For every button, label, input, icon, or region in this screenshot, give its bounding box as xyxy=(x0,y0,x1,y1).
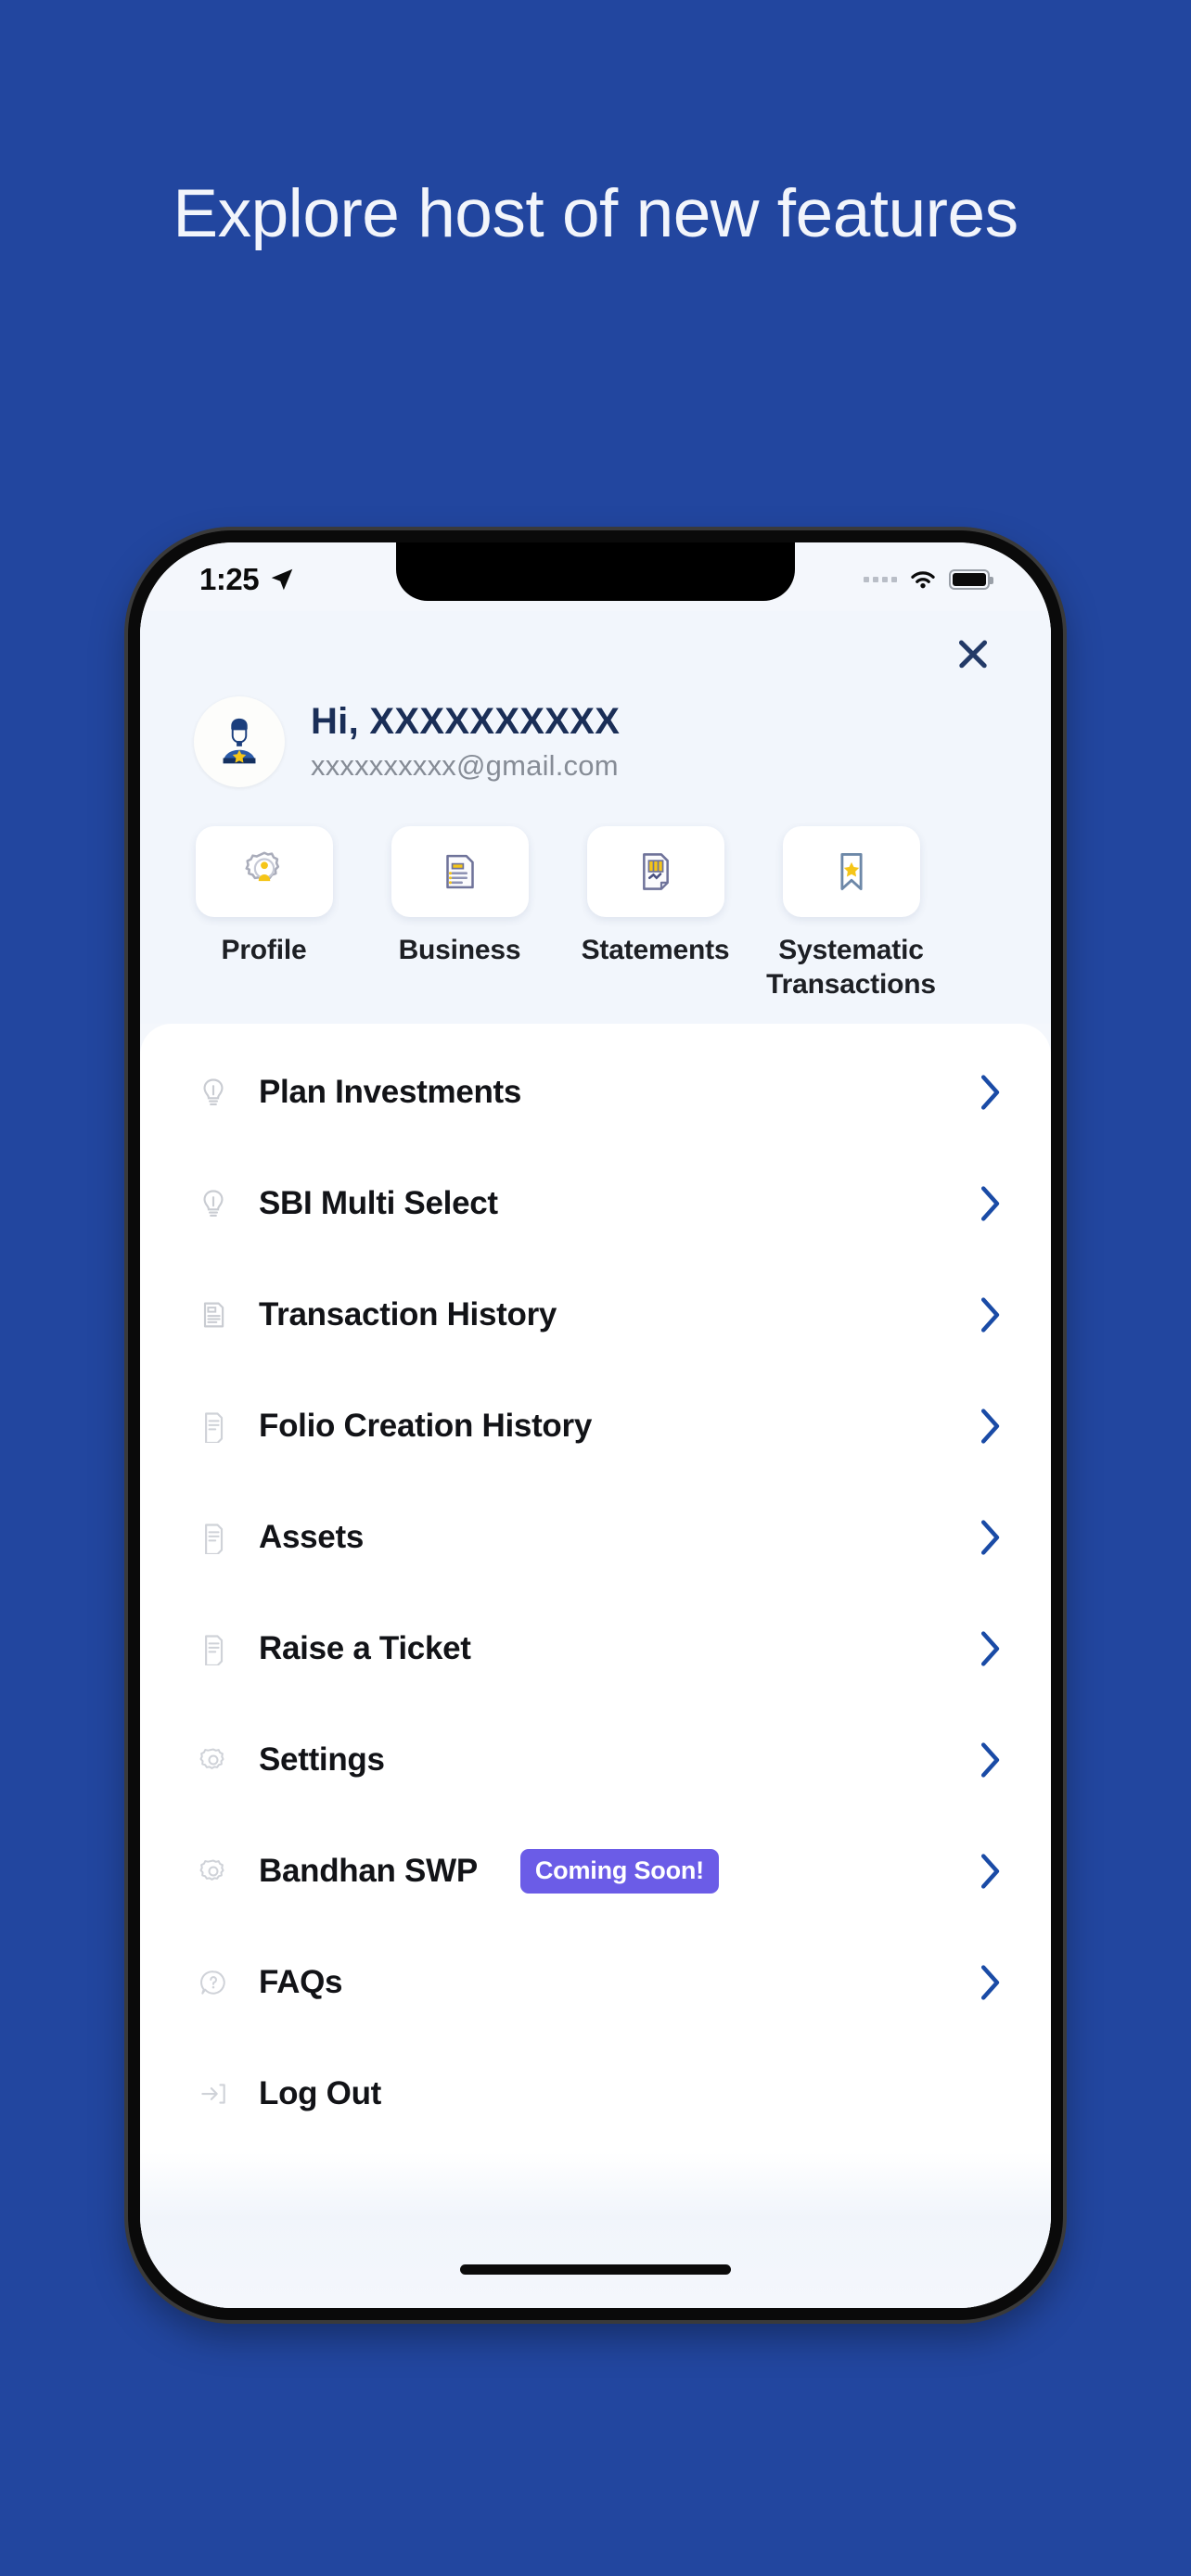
menu-item-bandhan-swp[interactable]: Bandhan SWP Coming Soon! xyxy=(140,1816,1051,1927)
business-document-icon xyxy=(445,854,474,889)
quick-action-tiles: Profile Business Statements Systematic T… xyxy=(140,787,1051,1001)
status-bar-right xyxy=(864,567,993,592)
tile-profile-label: Profile xyxy=(221,935,307,965)
menu-item-settings[interactable]: Settings xyxy=(140,1704,1051,1816)
chevron-right-icon xyxy=(980,1742,1000,1778)
menu-item-label: Assets xyxy=(259,1519,364,1556)
menu-item-label: Log Out xyxy=(259,2075,382,2112)
location-arrow-icon xyxy=(271,568,293,591)
gear-icon xyxy=(192,1850,235,1893)
phone-notch xyxy=(396,542,795,601)
chevron-right-icon xyxy=(980,1965,1000,2000)
tile-profile-box xyxy=(195,826,333,917)
bulb-icon xyxy=(192,1182,235,1225)
chevron-right-icon xyxy=(980,1297,1000,1333)
tile-business-box xyxy=(391,826,529,917)
phone-screen: 1:25 Hi, XXXXXXXXXX xxxxxxxxxx@gmail.com… xyxy=(140,542,1051,2308)
bottom-safe-area xyxy=(140,2152,1051,2308)
greeting-text: Hi, XXXXXXXXXX xyxy=(311,701,621,743)
tile-systematic-transactions-label: Systematic Transactions xyxy=(766,935,936,1000)
status-bar-left: 1:25 xyxy=(199,562,296,597)
tile-business[interactable]: Business xyxy=(378,826,541,1001)
close-row xyxy=(140,611,1051,696)
chevron-right-icon xyxy=(980,1520,1000,1555)
chevron-right-icon xyxy=(980,1631,1000,1666)
wifi-icon xyxy=(911,571,935,589)
bookmark-star-icon xyxy=(839,853,863,890)
email-text: xxxxxxxxxx@gmail.com xyxy=(311,748,619,782)
account-header-panel: Hi, XXXXXXXXXX xxxxxxxxxx@gmail.com Prof… xyxy=(140,611,1051,1025)
chevron-right-icon xyxy=(980,1409,1000,1444)
question-bubble-icon xyxy=(192,1961,235,2004)
gear-icon xyxy=(192,1739,235,1781)
tile-statements-label: Statements xyxy=(581,935,730,965)
document-icon xyxy=(192,1516,235,1559)
menu-item-plan-investments[interactable]: Plan Investments xyxy=(140,1037,1051,1148)
signal-dots-icon xyxy=(864,577,897,582)
tile-profile[interactable]: Profile xyxy=(183,826,345,1001)
menu-item-label: Folio Creation History xyxy=(259,1408,592,1445)
menu-item-assets[interactable]: Assets xyxy=(140,1482,1051,1593)
profile-text: Hi, XXXXXXXXXX xxxxxxxxxx@gmail.com xyxy=(311,701,620,783)
menu-item-label: Plan Investments xyxy=(259,1074,522,1111)
menu-item-label: Settings xyxy=(259,1741,385,1779)
menu-item-log-out[interactable]: Log Out xyxy=(140,2038,1051,2149)
menu-item-label: Bandhan SWP xyxy=(259,1853,478,1890)
chevron-right-icon xyxy=(980,1854,1000,1889)
chevron-right-icon xyxy=(980,1186,1000,1221)
tile-business-label: Business xyxy=(398,935,521,965)
menu-item-label: FAQs xyxy=(259,1964,343,2001)
status-badge: Coming Soon! xyxy=(519,1849,719,1894)
profile-gear-person-icon xyxy=(244,851,279,882)
statements-chart-doc-icon xyxy=(642,853,669,890)
receipt-icon xyxy=(192,1294,235,1336)
status-bar-time: 1:25 xyxy=(199,562,260,596)
menu-item-folio-creation-history[interactable]: Folio Creation History xyxy=(140,1371,1051,1482)
tile-statements[interactable]: Statements xyxy=(574,826,736,1001)
chevron-right-icon xyxy=(980,1075,1000,1110)
document-icon xyxy=(192,1405,235,1447)
logout-icon xyxy=(192,2072,235,2115)
menu-item-raise-a-ticket[interactable]: Raise a Ticket xyxy=(140,1593,1051,1704)
settings-menu-list: Plan Investments SBI Multi Select Transa… xyxy=(140,1024,1051,2152)
battery-full-icon xyxy=(949,569,993,590)
menu-item-transaction-history[interactable]: Transaction History xyxy=(140,1259,1051,1371)
user-avatar-star-icon xyxy=(223,718,256,764)
bulb-icon xyxy=(192,1071,235,1114)
menu-item-label: Raise a Ticket xyxy=(259,1630,471,1667)
promo-headline: Explore host of new features xyxy=(173,176,1018,251)
tile-systematic-transactions-box xyxy=(782,826,920,917)
home-indicator xyxy=(460,2264,731,2275)
menu-item-sbi-multi-select[interactable]: SBI Multi Select xyxy=(140,1148,1051,1259)
tile-statements-box xyxy=(586,826,724,917)
menu-item-faqs[interactable]: FAQs xyxy=(140,1927,1051,2038)
document-icon xyxy=(192,1627,235,1670)
avatar xyxy=(194,696,285,787)
phone-mockup: 1:25 Hi, XXXXXXXXXX xxxxxxxxxx@gmail.com… xyxy=(128,530,1063,2320)
menu-item-label: SBI Multi Select xyxy=(259,1185,498,1222)
profile-summary[interactable]: Hi, XXXXXXXXXX xxxxxxxxxx@gmail.com xyxy=(140,696,1051,787)
menu-item-label: Transaction History xyxy=(259,1296,557,1333)
app-screen: Hi, XXXXXXXXXX xxxxxxxxxx@gmail.com Prof… xyxy=(140,611,1051,2308)
close-icon[interactable] xyxy=(953,633,993,674)
tile-systematic-transactions[interactable]: Systematic Transactions xyxy=(766,826,936,1001)
